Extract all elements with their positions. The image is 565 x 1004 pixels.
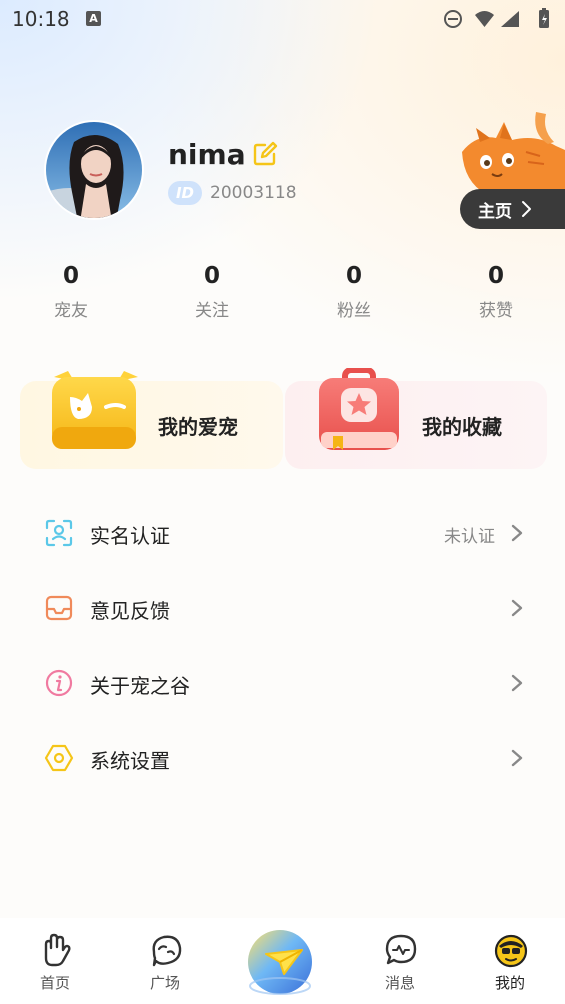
info-icon xyxy=(45,669,73,697)
stat-label: 关注 xyxy=(195,301,229,321)
stat-value: 0 xyxy=(203,263,220,289)
tab-label: 首页 xyxy=(39,974,70,992)
stat-value: 0 xyxy=(62,263,79,289)
feedback-envelope-icon xyxy=(45,595,73,621)
my-face-icon xyxy=(494,934,528,968)
stat-likes[interactable]: 0 获赞 xyxy=(446,260,546,321)
edit-icon[interactable] xyxy=(252,141,278,167)
home-page-button[interactable]: 主页 xyxy=(460,189,565,229)
publish-button-icon[interactable] xyxy=(244,924,322,1002)
menu-item-about[interactable]: 关于宠之谷 xyxy=(0,653,565,713)
my-favorites-label: 我的收藏 xyxy=(422,415,502,439)
stat-followers[interactable]: 0 粉丝 xyxy=(304,260,404,321)
stat-following[interactable]: 0 关注 xyxy=(162,260,262,321)
my-pets-label: 我的爱宠 xyxy=(158,415,238,439)
cat-mascot-icon xyxy=(462,112,565,194)
hand-paw-icon xyxy=(44,933,71,967)
stat-label: 宠友 xyxy=(54,301,88,321)
tab-mine[interactable]: 我的 xyxy=(465,918,555,1004)
status-bar: 10:18 A xyxy=(0,0,565,38)
chevron-right-icon xyxy=(511,674,523,692)
stat-label: 获赞 xyxy=(479,301,513,321)
menu-item-real-name-verification[interactable]: 实名认证 未认证 xyxy=(0,503,565,563)
stat-value: 0 xyxy=(487,263,504,289)
menu-item-settings[interactable]: 系统设置 xyxy=(0,728,565,788)
favorites-bag-icon xyxy=(319,368,399,450)
username-row: nima xyxy=(168,134,278,174)
chevron-right-icon xyxy=(522,201,531,217)
tab-label: 广场 xyxy=(149,974,180,992)
settings-hexagon-icon xyxy=(44,744,74,772)
user-id: 20003118 xyxy=(210,183,297,203)
avatar[interactable] xyxy=(44,120,144,220)
tab-messages[interactable]: 消息 xyxy=(355,918,445,1004)
message-icon xyxy=(385,934,417,965)
verification-status: 未认证 xyxy=(444,527,495,547)
id-scan-icon xyxy=(45,519,73,547)
tab-label: 我的 xyxy=(494,974,525,992)
tab-plaza[interactable]: 广场 xyxy=(120,918,210,1004)
menu-label: 关于宠之谷 xyxy=(90,674,190,698)
menu-item-feedback[interactable]: 意见反馈 xyxy=(0,578,565,638)
stat-pet-friends[interactable]: 0 宠友 xyxy=(21,260,121,321)
stat-value: 0 xyxy=(345,263,362,289)
menu-label: 系统设置 xyxy=(90,749,170,773)
menu-label: 实名认证 xyxy=(90,524,170,548)
menu-label: 意见反馈 xyxy=(90,599,170,623)
notification-icon: A xyxy=(86,11,101,26)
tab-home[interactable]: 首页 xyxy=(10,918,100,1004)
username: nima xyxy=(168,137,246,171)
tab-label: 消息 xyxy=(384,974,415,992)
chevron-right-icon xyxy=(511,524,523,542)
pet-box-icon xyxy=(52,371,138,449)
home-page-label: 主页 xyxy=(478,201,512,222)
status-time: 10:18 xyxy=(12,7,70,31)
id-badge: ID xyxy=(168,181,202,205)
user-id-row: ID 20003118 xyxy=(168,181,297,205)
stat-label: 粉丝 xyxy=(337,301,371,321)
avatar-photo xyxy=(46,122,142,218)
chevron-right-icon xyxy=(511,599,523,617)
stats-row: 0 宠友 0 关注 0 粉丝 0 获赞 xyxy=(0,260,565,330)
system-status-icons xyxy=(444,8,549,28)
chevron-right-icon xyxy=(511,749,523,767)
plaza-icon xyxy=(152,935,182,967)
